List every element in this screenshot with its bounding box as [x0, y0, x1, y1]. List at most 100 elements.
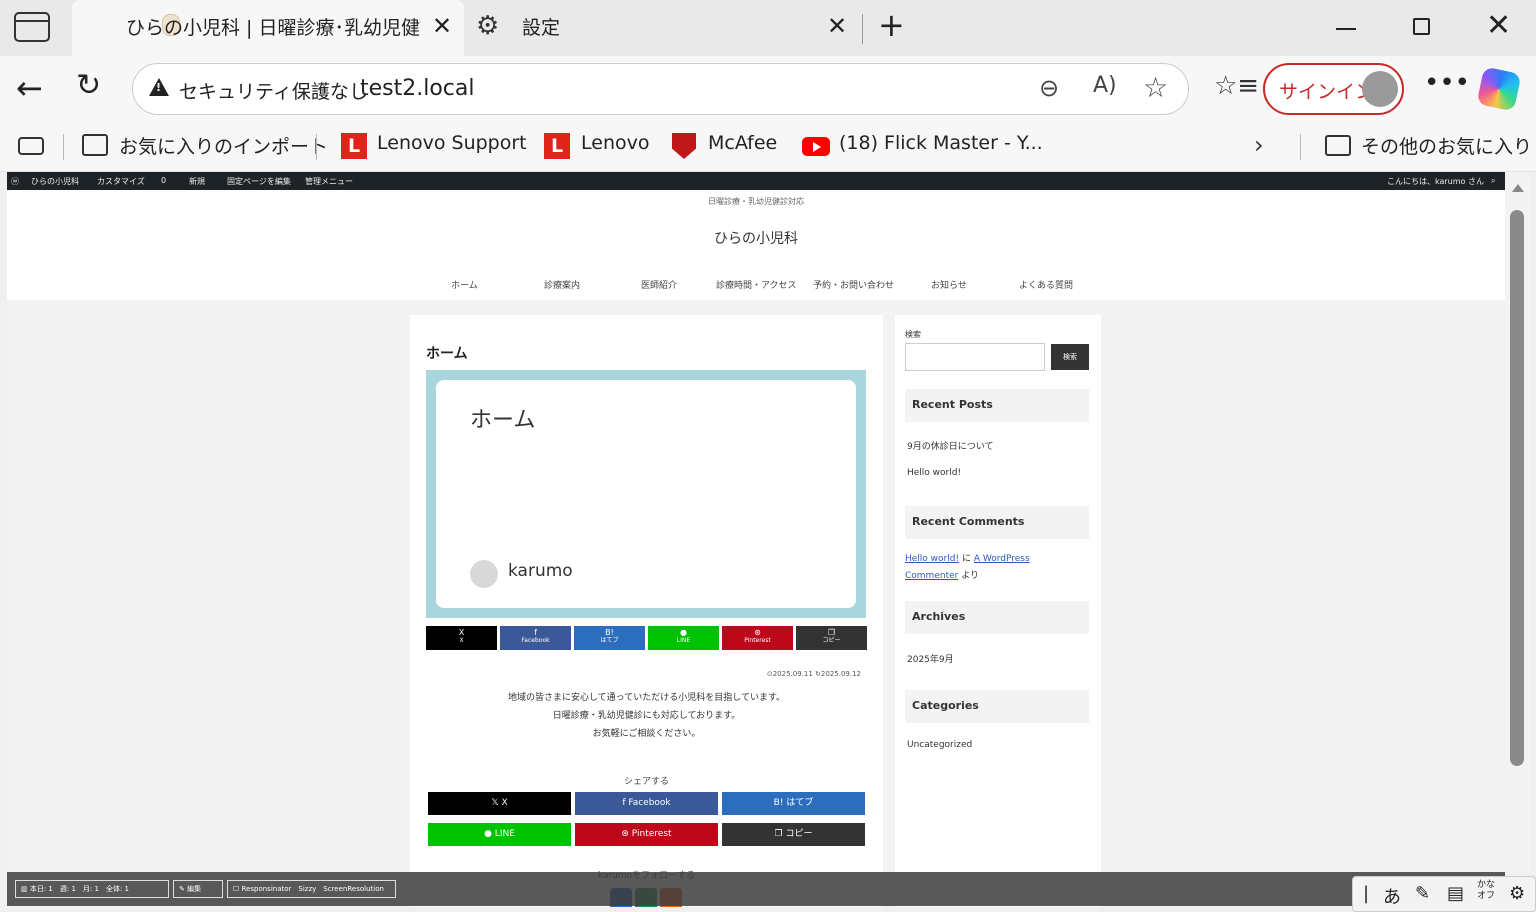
- responsive-tools[interactable]: ☐ Responsinator Sizzy ScreenResolution: [227, 880, 396, 898]
- comment-author-link-cont[interactable]: Commenter: [905, 571, 958, 581]
- share-button[interactable]: ⊛ Pinterest: [575, 823, 718, 846]
- mcafee-icon: [672, 133, 696, 159]
- window-close-icon[interactable]: ✕: [1486, 8, 1511, 43]
- admin-comments-count[interactable]: 0: [161, 176, 166, 185]
- comment-post-link[interactable]: Hello world!: [905, 554, 959, 564]
- tab-active-title[interactable]: ひらの小児科 | 日曜診療･乳幼児健診対応: [126, 13, 421, 40]
- share-button-small[interactable]: XX: [426, 626, 497, 650]
- tab-settings-close-icon[interactable]: ✕: [827, 12, 847, 40]
- search-input[interactable]: [905, 343, 1045, 371]
- wordpress-logo-icon[interactable]: ⓦ: [11, 176, 19, 187]
- share-button-small[interactable]: ❐ コピー: [796, 626, 867, 650]
- access-counter[interactable]: ▥ 本日: 1 週: 1 月: 1 全体: 1: [15, 880, 169, 898]
- admin-site-name[interactable]: ひらの小児科: [31, 176, 79, 187]
- bookmark-lenovo-support[interactable]: Lenovo Support: [377, 132, 527, 154]
- share-button-small[interactable]: ● LINE: [648, 626, 719, 650]
- tool-links: Responsinator Sizzy ScreenResolution: [241, 885, 384, 893]
- comment-author-link[interactable]: A WordPress: [974, 554, 1030, 564]
- window-minimize-icon[interactable]: [1336, 28, 1356, 30]
- nav-item-services[interactable]: 診療案内: [544, 278, 580, 291]
- share-button-small[interactable]: f Facebook: [500, 626, 571, 650]
- site-title[interactable]: ひらの小児科: [7, 228, 1505, 248]
- ime-kana[interactable]: かな オフ: [1477, 880, 1501, 902]
- nav-item-news[interactable]: お知らせ: [931, 278, 967, 291]
- widget-title-archives: Archives: [905, 601, 1089, 634]
- back-arrow-icon[interactable]: ←: [16, 69, 43, 107]
- tab-close-icon[interactable]: ✕: [432, 12, 452, 40]
- share-button[interactable]: ❐ コピー: [722, 823, 865, 846]
- archive-link[interactable]: 2025年9月: [907, 652, 954, 665]
- favorite-star-icon[interactable]: ☆: [1143, 71, 1168, 104]
- admin-edit-page[interactable]: 固定ページを編集: [227, 176, 291, 187]
- bookmark-flick-master[interactable]: (18) Flick Master - Y...: [839, 132, 1043, 154]
- share-button[interactable]: f Facebook: [575, 792, 718, 815]
- page-viewport: ⓦ ひらの小児科 カスタマイズ 0 新規 固定ページを編集 管理メニュー こんに…: [7, 172, 1505, 907]
- security-label[interactable]: セキュリティ保護なし: [179, 77, 368, 104]
- recent-comment: Hello world! に A WordPress: [905, 551, 1030, 564]
- ime-settings-gear-icon[interactable]: ⚙: [1509, 883, 1525, 904]
- author-name: karumo: [508, 561, 573, 581]
- admin-greeting[interactable]: こんにちは、karumo さん: [1387, 176, 1484, 187]
- recent-post-link[interactable]: Hello world!: [907, 468, 961, 478]
- copilot-icon[interactable]: [1476, 66, 1522, 112]
- zoom-icon[interactable]: ⊖: [1039, 74, 1059, 102]
- bookmark-mcafee[interactable]: McAfee: [708, 132, 777, 154]
- recent-comment-cont: Commenter より: [905, 568, 979, 581]
- address-bar[interactable]: セキュリティ保護なし test2.local ⊖ A) ☆: [132, 63, 1189, 115]
- ime-grip[interactable]: |: [1363, 883, 1369, 904]
- admin-new[interactable]: 新規: [189, 176, 205, 187]
- warning-icon[interactable]: [149, 78, 169, 96]
- admin-menu[interactable]: 管理メニュー: [305, 176, 353, 187]
- bookmarks-more-chevron-icon[interactable]: ›: [1254, 131, 1264, 159]
- nav-item-home[interactable]: ホーム: [451, 278, 478, 291]
- share-button[interactable]: ● LINE: [428, 823, 571, 846]
- ime-mode[interactable]: あ: [1383, 883, 1401, 909]
- new-tab-plus-icon[interactable]: +: [878, 6, 905, 44]
- share-button-small[interactable]: ⊛ Pinterest: [722, 626, 793, 650]
- profile-avatar-icon: [1362, 71, 1398, 107]
- comment-mid: に: [961, 554, 971, 564]
- favorites-list-icon[interactable]: ☆≡: [1214, 71, 1259, 101]
- reload-icon[interactable]: ↻: [76, 68, 101, 103]
- widget-title-recent-comments: Recent Comments: [905, 506, 1089, 539]
- scrollbar-thumb[interactable]: [1510, 210, 1524, 766]
- tab-actions-icon[interactable]: [14, 12, 50, 42]
- article-body: 地域の皆さまに安心して通っていただける小児科を目指しています。 日曜診療・乳幼児…: [410, 689, 883, 743]
- ime-dictionary-icon[interactable]: ▤: [1447, 883, 1464, 904]
- ime-toolbar: | あ ✎ ▤ かな オフ ⚙: [1352, 876, 1536, 912]
- nav-item-doctors[interactable]: 医師紹介: [641, 278, 677, 291]
- bookmark-import[interactable]: お気に入りのインポート: [119, 132, 328, 159]
- bookmark-lenovo[interactable]: Lenovo: [581, 132, 649, 154]
- admin-search-icon[interactable]: ⌕: [1491, 176, 1495, 186]
- scroll-up-arrow-icon[interactable]: [1512, 184, 1524, 192]
- tab-settings-title[interactable]: 設定: [522, 13, 560, 40]
- search-label: 検索: [905, 330, 921, 339]
- share-button[interactable]: 𝕏 X: [428, 792, 571, 815]
- search-button[interactable]: 検索: [1051, 344, 1089, 370]
- window-restore-icon[interactable]: [1413, 18, 1430, 35]
- nav-item-hours-access[interactable]: 診療時間・アクセス: [716, 278, 797, 291]
- category-link[interactable]: Uncategorized: [907, 740, 972, 750]
- recent-post-link[interactable]: 9月の休診日について: [907, 439, 993, 452]
- bookmarks-collapse-icon[interactable]: [18, 137, 44, 155]
- share-button[interactable]: B! はてブ: [722, 792, 865, 815]
- share-label: シェアする: [623, 777, 669, 787]
- ime-pad-icon[interactable]: ✎: [1415, 883, 1430, 904]
- nav-item-faq[interactable]: よくある質問: [1019, 278, 1073, 291]
- admin-customize[interactable]: カスタマイズ: [97, 176, 145, 187]
- navigation-bar: ← ↻ セキュリティ保護なし test2.local ⊖ A) ☆ ☆≡ サイン…: [0, 56, 1536, 122]
- url-text[interactable]: test2.local: [360, 76, 475, 101]
- bookmark-other-favorites[interactable]: その他のお気に入り: [1361, 132, 1532, 159]
- share-icon: f: [534, 628, 537, 637]
- share-label: コピー: [822, 637, 841, 644]
- more-menu-icon[interactable]: •••: [1424, 68, 1470, 98]
- share-button-small[interactable]: B! はてブ: [574, 626, 645, 650]
- share-label: LINE: [676, 637, 691, 644]
- signin-button[interactable]: サインイン: [1263, 63, 1404, 115]
- lenovo-icon: L: [544, 133, 570, 159]
- read-aloud-icon[interactable]: A): [1093, 73, 1117, 98]
- page-scrollbar[interactable]: [1505, 172, 1530, 872]
- edit-link[interactable]: ✎ 編集: [173, 880, 223, 898]
- share-icon: ⊛: [754, 628, 761, 637]
- nav-item-reservation[interactable]: 予約・お問い合わせ: [813, 278, 894, 291]
